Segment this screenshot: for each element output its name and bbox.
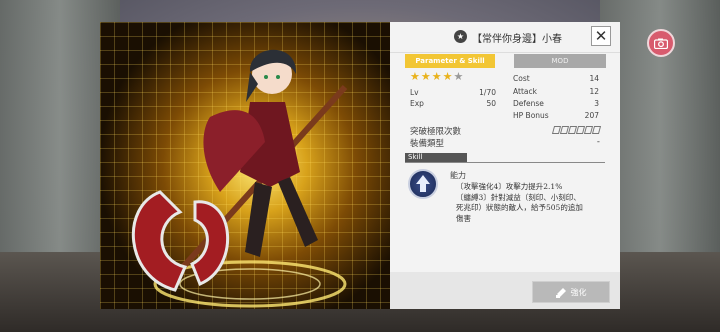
star-filled-icon: ★ xyxy=(410,70,420,83)
card-name: 【常伴你身邊】小春 xyxy=(472,34,562,45)
camera-button[interactable] xyxy=(647,29,675,57)
panel-footer: 強化 xyxy=(390,272,620,309)
rarity-badge-icon: ★ xyxy=(454,30,467,43)
equip-type-value: - xyxy=(596,137,600,147)
close-button[interactable]: ✕ xyxy=(591,26,611,46)
limit-break-row: 突破極限次數 xyxy=(410,125,602,137)
skill-name: 能力 xyxy=(450,171,466,180)
stat-cost: Cost 14 xyxy=(513,74,599,83)
equip-type-row: 裝備類型 - xyxy=(410,137,600,149)
star-filled-icon: ★ xyxy=(442,70,453,83)
card-info-panel: ★ 【常伴你身邊】小春 ✕ Parameter & Skill MOD ★ ★ ★ ★… xyxy=(390,22,620,309)
attack-up-icon xyxy=(416,175,430,192)
rarity-stars: ★ ★ ★ ★ ★ xyxy=(410,70,464,83)
stat-value: 50 xyxy=(486,99,496,108)
enhance-button-label: 強化 xyxy=(570,287,587,297)
stat-hp-bonus: HP Bonus 207 xyxy=(513,111,599,120)
tab-parameter-skill[interactable]: Parameter & Skill xyxy=(405,54,495,68)
skill-description-line: 傷害 xyxy=(456,213,471,223)
tab-mod[interactable]: MOD xyxy=(514,54,606,68)
stat-label: Lv xyxy=(410,88,419,97)
stat-value: 3 xyxy=(594,99,599,108)
skill-description: 〔攻擊強化4〕攻擊力提升2.1% 〔纏縛3〕針對減益（刻印、小刻印、 死兆印）狀… xyxy=(456,182,606,224)
limit-break-label: 突破極限次數 xyxy=(410,127,462,137)
enhance-button[interactable]: 強化 xyxy=(532,281,610,303)
stat-label: HP Bonus xyxy=(513,111,549,120)
stat-label: Cost xyxy=(513,74,530,83)
stat-value: 1/70 xyxy=(479,88,496,97)
skill-description-line: 〔攻擊強化4〕攻擊力提升2.1% xyxy=(456,182,563,191)
stat-value: 207 xyxy=(584,111,599,120)
enhance-icon xyxy=(555,287,566,298)
character-illustration xyxy=(131,49,348,308)
stat-defense: Defense 3 xyxy=(513,99,599,108)
stat-value: 12 xyxy=(589,87,599,96)
close-icon: ✕ xyxy=(594,27,608,45)
stat-label: Exp xyxy=(410,99,424,108)
limit-break-gauge xyxy=(551,126,602,134)
skill-description-line: 死兆印）狀態的敵人，給予505的追加 xyxy=(456,203,583,212)
skill-icon[interactable] xyxy=(408,169,438,199)
stat-attack: Attack 12 xyxy=(513,87,599,96)
stat-label: Attack xyxy=(513,87,537,96)
skill-section-header: Skill xyxy=(405,153,605,163)
skill-section-label: Skill xyxy=(405,153,467,162)
stat-level: Lv 1/70 xyxy=(410,88,496,97)
star-filled-icon: ★ xyxy=(431,70,442,83)
skill-description-line: 〔纏縛3〕針對減益（刻印、小刻印、 xyxy=(456,192,581,202)
stat-exp: Exp 50 xyxy=(410,99,496,108)
limit-break-segment xyxy=(591,126,602,134)
stat-value: 14 xyxy=(589,74,599,83)
star-empty-icon: ★ xyxy=(453,70,464,83)
star-filled-icon: ★ xyxy=(420,70,431,83)
equip-type-label: 裝備類型 xyxy=(410,139,445,149)
character-art xyxy=(100,22,390,309)
title-row: ★ 【常伴你身邊】小春 ✕ xyxy=(390,22,620,53)
camera-icon xyxy=(654,38,668,49)
stat-label: Defense xyxy=(513,99,544,108)
